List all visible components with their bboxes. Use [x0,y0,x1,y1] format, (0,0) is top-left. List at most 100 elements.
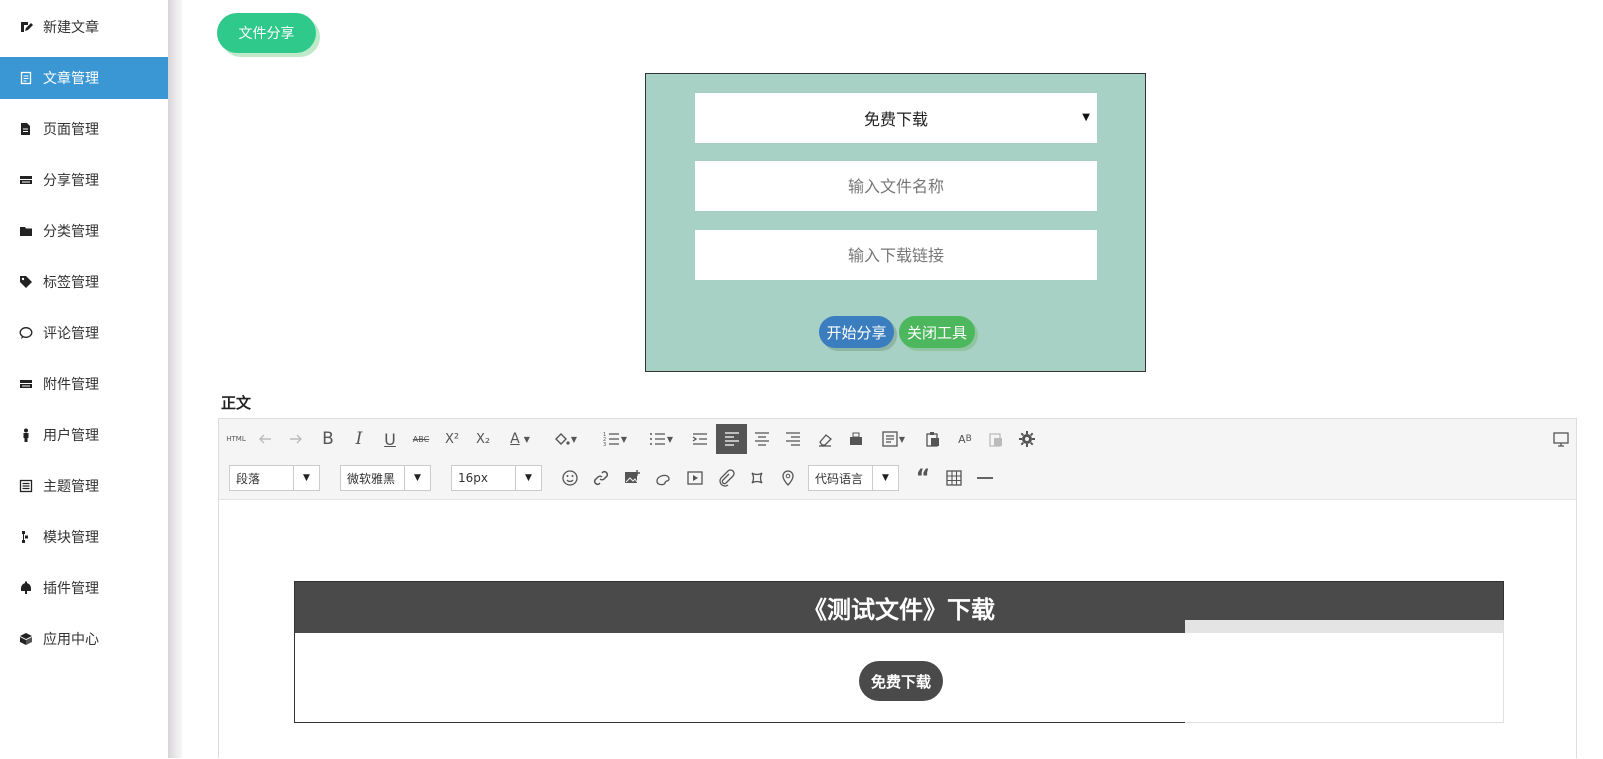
blockquote-icon[interactable]: “ [912,466,934,491]
background-color-icon[interactable]: ▼ [549,428,581,450]
map-pin-icon[interactable] [777,467,799,489]
fullscreen-monitor-icon[interactable] [1550,428,1572,450]
unordered-list-icon[interactable]: ▼ [644,428,678,450]
link-icon[interactable] [590,467,612,489]
file-name-input[interactable] [695,161,1097,211]
align-center-icon[interactable] [751,428,773,450]
file-share-button[interactable]: 文件分享 [217,13,316,53]
template-icon[interactable]: ▼ [876,428,910,450]
page-manage-icon [19,122,33,136]
sidebar-item-label: 分类管理 [43,224,99,240]
folder-icon [19,224,33,238]
sidebar-item-label: 模块管理 [43,530,99,546]
module-icon [19,530,33,544]
font-size-select[interactable]: 16px ▼ [451,465,542,491]
sidebar-item[interactable]: 模块管理 [0,516,168,558]
format-painter-icon[interactable] [845,428,867,450]
align-left-icon[interactable] [716,424,747,454]
start-share-button[interactable]: 开始分享 [819,316,894,348]
subscript-icon[interactable]: X₂ [472,428,494,450]
sidebar-item[interactable]: 评论管理 [0,312,168,354]
sidebar-item[interactable]: 文章管理 [0,57,168,99]
video-icon[interactable] [684,467,706,489]
tag-icon [19,275,33,289]
body-label: 正文 [221,394,252,412]
sidebar: 新建文章文章管理页面管理分享管理分类管理标签管理评论管理附件管理用户管理主题管理… [0,0,168,758]
sidebar-item[interactable]: 分享管理 [0,159,168,201]
sidebar-item[interactable]: 主题管理 [0,465,168,507]
sidebar-item[interactable]: 标签管理 [0,261,168,303]
theme-icon [19,479,33,493]
new-article-icon [19,20,33,34]
sidebar-item-label: 插件管理 [43,581,99,597]
editor-toolbar: HTML B I U ABC X² X₂ A ▼ ▼ 1 2 3 ▼ ▼ ▼ A… [219,419,1576,500]
paragraph-select-value: 段落 [236,471,261,486]
font-family-select[interactable]: 微软雅黑 ▼ [340,465,431,491]
caret-down-icon: ▼ [1082,112,1090,123]
article-manage-icon [19,71,33,85]
paste-text-icon[interactable] [985,428,1007,450]
share-manage-icon [19,173,33,187]
eraser-icon[interactable] [814,428,836,450]
sidebar-item-label: 评论管理 [43,326,99,342]
attachment-manage-icon [19,377,33,391]
sidebar-item[interactable]: 分类管理 [0,210,168,252]
sidebar-item-label: 新建文章 [43,20,99,36]
code-language-select[interactable]: 代码语言 ▼ [808,465,899,491]
download-type-value: 免费下载 [863,110,928,129]
settings-gear-icon[interactable] [1016,428,1038,450]
caret-down-icon: ▼ [293,466,319,490]
share-panel: 免费下载 ▼ 开始分享 关闭工具 [645,73,1146,372]
underline-icon[interactable]: U [379,428,401,450]
sidebar-item-label: 主题管理 [43,479,99,495]
close-tool-button[interactable]: 关闭工具 [899,316,975,348]
sidebar-item-label: 标签管理 [43,275,99,291]
sidebar-item[interactable]: 新建文章 [0,6,168,48]
sidebar-item-label: 用户管理 [43,428,99,444]
indent-icon[interactable] [689,428,711,450]
caret-down-icon: ▼ [872,466,898,490]
sidebar-item[interactable]: 插件管理 [0,567,168,609]
download-link-field-wrap [695,230,1097,280]
font-color-icon[interactable]: A ▼ [504,428,536,450]
sidebar-item-label: 附件管理 [43,377,99,393]
sidebar-item-label: 应用中心 [43,632,99,648]
plugin-icon [19,581,33,595]
horizontal-rule-icon[interactable] [974,467,996,489]
redo-icon[interactable] [285,428,307,450]
sidebar-item[interactable]: 用户管理 [0,414,168,456]
free-download-button[interactable]: 免费下载 [859,661,943,701]
font-size-select-value: 16px [458,471,488,485]
svg-text:3: 3 [603,442,606,448]
font-family-select-value: 微软雅黑 [347,471,396,486]
superscript-icon[interactable]: X² [441,428,463,450]
paste-icon[interactable] [922,428,944,450]
sidebar-item[interactable]: 页面管理 [0,108,168,150]
caret-down-icon: ▼ [404,466,430,490]
attachment-icon[interactable] [715,467,737,489]
sidebar-item-label: 文章管理 [43,71,99,87]
paragraph-select[interactable]: 段落 ▼ [229,465,320,491]
image-icon[interactable] [621,467,643,489]
sidebar-item[interactable]: 应用中心 [0,618,168,660]
bold-icon[interactable]: B [317,428,339,450]
sidebar-divider [168,0,182,758]
code-language-select-value: 代码语言 [815,471,864,486]
table-icon[interactable] [943,467,965,489]
comment-icon [19,326,33,340]
frame-icon[interactable] [746,467,768,489]
download-type-select[interactable]: 免费下载 ▼ [695,93,1097,143]
sidebar-item[interactable]: 附件管理 [0,363,168,405]
undo-icon[interactable] [254,428,276,450]
emoji-icon[interactable] [559,467,581,489]
file-name-field-wrap [695,161,1097,211]
spellcheck-icon[interactable]: AB [954,428,976,450]
strikethrough-icon[interactable]: ABC [410,428,432,450]
caret-down-icon: ▼ [515,466,541,490]
italic-icon[interactable]: I [348,428,370,450]
download-link-input[interactable] [695,230,1097,280]
html-source-icon[interactable]: HTML [223,428,249,450]
align-right-icon[interactable] [782,428,804,450]
graffiti-icon[interactable] [652,467,674,489]
ordered-list-icon[interactable]: 1 2 3 ▼ [599,428,631,450]
